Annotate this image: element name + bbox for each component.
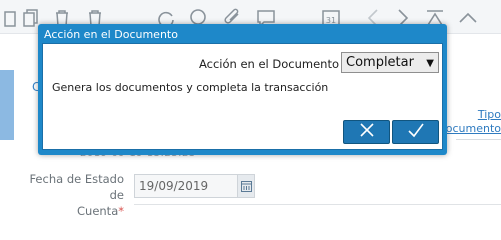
document-type-link[interactable]: Tipo xyxy=(478,108,501,122)
cancel-button[interactable] xyxy=(343,120,390,144)
document-action-dialog: Acción en el Documento Acción en el Docu… xyxy=(38,24,447,155)
document-action-select[interactable]: Completar ▼ xyxy=(341,52,439,73)
divider xyxy=(456,139,501,140)
required-marker: * xyxy=(118,204,124,218)
statement-date-input[interactable]: 19/09/2019 xyxy=(134,174,238,198)
check-icon xyxy=(407,122,425,142)
collapse-icon[interactable] xyxy=(457,7,479,29)
date-picker-button[interactable] xyxy=(238,174,255,198)
dialog-body: Acción en el Documento Completar ▼ Gener… xyxy=(42,43,443,150)
calendar-icon xyxy=(240,177,252,196)
ok-button[interactable] xyxy=(392,120,439,144)
action-description: Genera los documentos y completa la tran… xyxy=(52,81,329,94)
close-icon xyxy=(359,122,375,142)
statement-date-label: Fecha de Estado de Cuenta* xyxy=(14,171,124,219)
statement-date-label-line1: Fecha de Estado de xyxy=(29,172,124,202)
statement-date-label-line2: Cuenta xyxy=(77,204,119,218)
selected-action-value: Completar xyxy=(346,55,414,70)
dropdown-arrow-icon: ▼ xyxy=(426,58,434,69)
field-underline xyxy=(134,204,501,205)
side-panel-gap xyxy=(0,140,14,209)
document-action-label: Acción en el Documento xyxy=(198,57,339,71)
copy-icon[interactable] xyxy=(0,7,22,29)
dialog-title: Acción en el Documento xyxy=(44,28,178,41)
